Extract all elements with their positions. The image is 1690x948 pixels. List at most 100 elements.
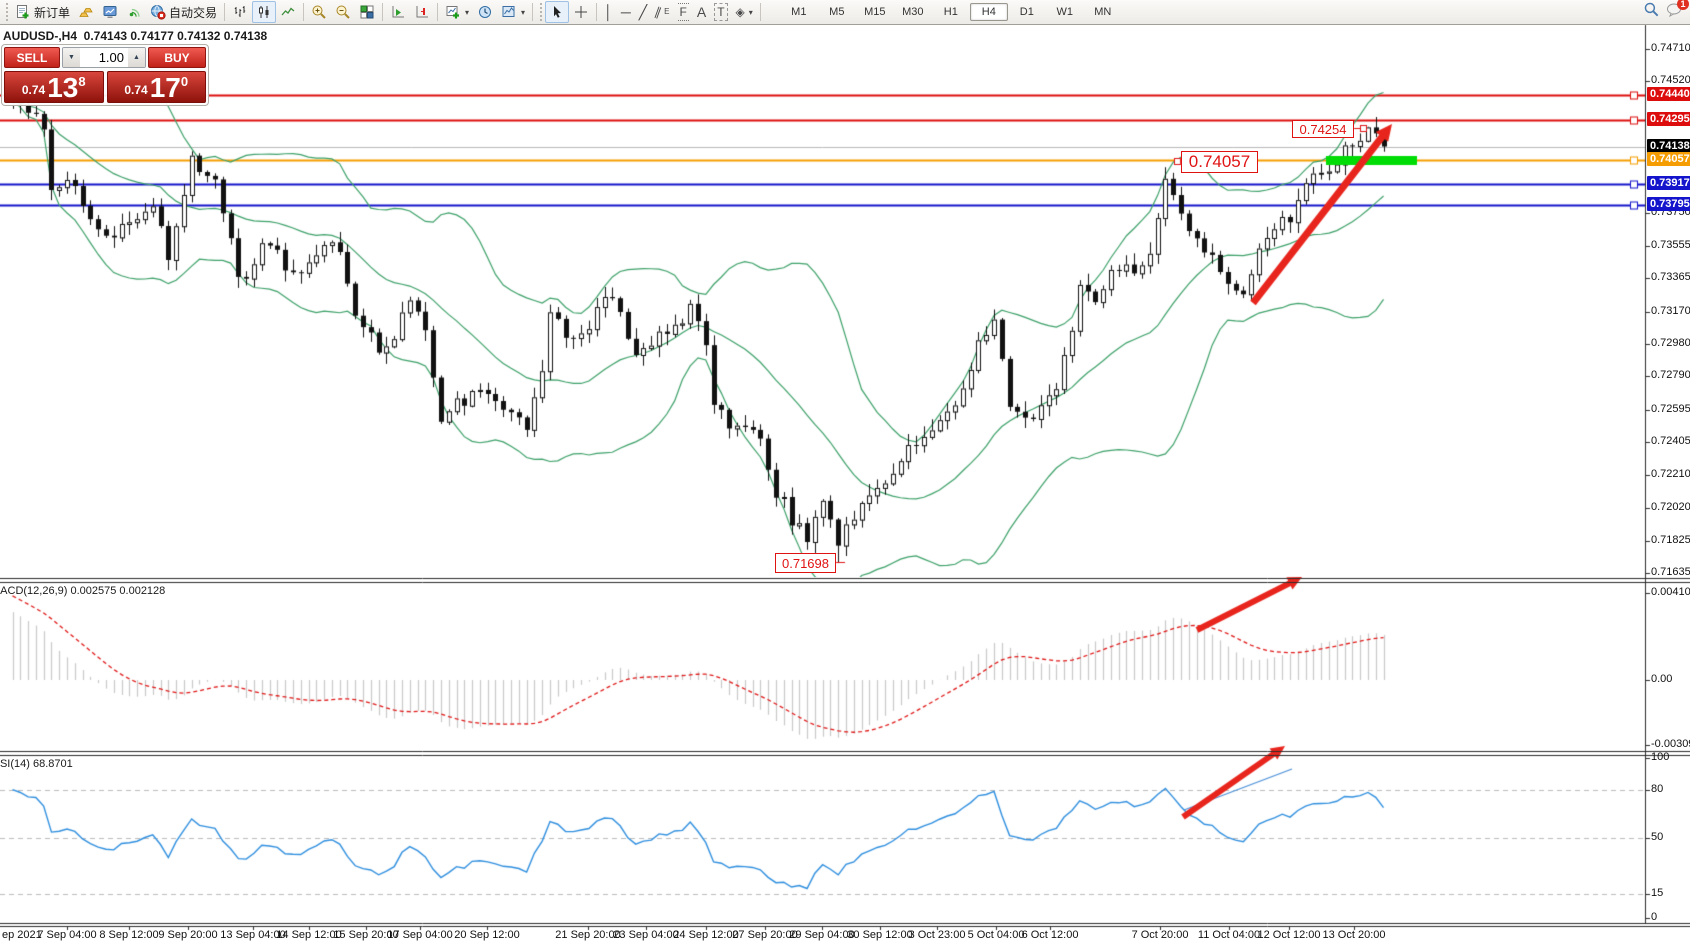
- signals-button[interactable]: [122, 1, 146, 23]
- arrows-icon: ◈: [736, 4, 745, 20]
- time-axis-label: 14 Sep 12:00: [276, 929, 341, 941]
- time-axis-label: 3 Oct 23:00: [909, 929, 966, 941]
- volume-input[interactable]: [80, 48, 128, 67]
- bar-chart-button[interactable]: [228, 1, 252, 23]
- tile-windows-icon: [359, 4, 375, 20]
- text-label-icon: T: [714, 3, 727, 21]
- timeframe-m1[interactable]: M1: [780, 3, 818, 21]
- price-tick-label: 0.72595: [1651, 403, 1690, 415]
- rsi-indicator-label: RSI(14) 68.8701: [0, 758, 73, 770]
- tile-windows-button[interactable]: [355, 1, 379, 23]
- vertical-line-icon: │: [604, 4, 613, 20]
- timeframe-m5[interactable]: M5: [818, 3, 856, 21]
- notifications-button[interactable]: 1: [1666, 2, 1684, 23]
- volume-stepper: ▼ ▲: [62, 47, 146, 68]
- channel-subscript: E: [664, 4, 669, 20]
- text-tool-button[interactable]: A: [693, 1, 710, 23]
- horizontal-line-icon: ─: [621, 4, 631, 20]
- auto-scroll-icon: [390, 4, 406, 20]
- volume-increase-button[interactable]: ▲: [128, 48, 145, 67]
- arrows-tool-button[interactable]: ◈ ▾: [732, 1, 757, 23]
- time-axis-label: 24 Sep 12:00: [673, 929, 738, 941]
- period-clock-button[interactable]: [473, 1, 497, 23]
- text-label-tool-button[interactable]: T: [710, 1, 731, 23]
- auto-scroll-button[interactable]: [386, 1, 410, 23]
- rsi-tick-label: 15: [1651, 887, 1663, 899]
- mt4-window: 新订单 自动交易: [0, 0, 1690, 948]
- trendline-tool-button[interactable]: ╱: [635, 1, 651, 23]
- bar-chart-icon: [232, 4, 248, 20]
- price-tick-label: 0.72210: [1651, 468, 1690, 480]
- cursor-tool-button[interactable]: [545, 1, 569, 23]
- price-callout[interactable]: 0.74254: [1292, 120, 1354, 138]
- price-level-label: 0.73917: [1647, 176, 1690, 190]
- chart-shift-button[interactable]: [410, 1, 434, 23]
- price-level-label: 0.74138: [1647, 139, 1690, 153]
- time-axis-label: 20 Sep 12:00: [454, 929, 519, 941]
- buy-price-sup: 0: [181, 74, 188, 89]
- auto-trading-button[interactable]: 自动交易: [146, 1, 221, 23]
- time-axis-label: 5 Oct 04:00: [968, 929, 1025, 941]
- market-watch-icon: [102, 4, 118, 20]
- buy-price[interactable]: 0.74 17 0: [107, 71, 207, 103]
- rsi-tick-label: 80: [1651, 783, 1663, 795]
- symbol-title: AUDUSD-,H4 0.74143 0.74177 0.74132 0.741…: [3, 29, 267, 43]
- chevron-down-icon: ▾: [749, 8, 753, 17]
- chevron-down-icon: ▾: [465, 8, 469, 17]
- rsi-tick-label: 0: [1651, 911, 1657, 923]
- sell-price-prefix: 0.74: [22, 83, 45, 97]
- chart-canvas[interactable]: [0, 0, 1690, 948]
- timeframe-m30[interactable]: M30: [894, 3, 932, 21]
- timeframe-d1[interactable]: D1: [1008, 3, 1046, 21]
- chevron-down-icon: ▾: [521, 8, 525, 17]
- clock-icon: [477, 4, 493, 20]
- gold-bars-button[interactable]: [74, 1, 98, 23]
- candlestick-chart-button[interactable]: [252, 1, 276, 23]
- price-level-label: 0.74440: [1647, 87, 1690, 101]
- timeframe-m15[interactable]: M15: [856, 3, 894, 21]
- sell-button[interactable]: SELL: [4, 47, 60, 68]
- timeframe-h1[interactable]: H1: [932, 3, 970, 21]
- price-tick-label: 0.73365: [1651, 271, 1690, 283]
- sell-price[interactable]: 0.74 13 8: [4, 71, 104, 103]
- auto-trading-label: 自动交易: [169, 4, 217, 21]
- volume-decrease-button[interactable]: ▼: [63, 48, 80, 67]
- time-axis-label: 6 Oct 12:00: [1022, 929, 1079, 941]
- horizontal-line-tool-button[interactable]: ─: [617, 1, 635, 23]
- crosshair-tool-button[interactable]: [569, 1, 593, 23]
- line-chart-button[interactable]: [276, 1, 300, 23]
- vertical-line-tool-button[interactable]: │: [600, 1, 617, 23]
- price-tick-label: 0.73170: [1651, 305, 1690, 317]
- zoom-in-button[interactable]: [307, 1, 331, 23]
- trendline-icon: ╱: [639, 4, 647, 20]
- time-axis-label: 17 Sep 04:00: [387, 929, 452, 941]
- market-watch-button[interactable]: [98, 1, 122, 23]
- zoom-out-button[interactable]: [331, 1, 355, 23]
- equidistant-channel-tool-button[interactable]: ∥E: [651, 1, 673, 23]
- crosshair-icon: [573, 4, 589, 20]
- price-callout[interactable]: 0.71698: [775, 553, 836, 573]
- sell-price-big: 13: [47, 74, 78, 101]
- price-tick-label: 0.74520: [1651, 74, 1690, 86]
- new-order-button[interactable]: 新订单: [11, 1, 74, 23]
- one-click-trading-panel: SELL ▼ ▲ BUY 0.74 13 8 0.74 17 0: [1, 44, 209, 106]
- templates-button[interactable]: ▾: [497, 1, 529, 23]
- price-tick-label: 0.72020: [1651, 501, 1690, 513]
- new-order-icon: [15, 4, 31, 20]
- candlestick-chart-icon: [256, 4, 272, 20]
- toolbar-separator: [303, 3, 304, 21]
- fibonacci-tool-button[interactable]: F: [674, 1, 693, 23]
- toolbar-separator: [532, 3, 533, 21]
- new-chart-button[interactable]: ▾: [441, 1, 473, 23]
- search-icon[interactable]: [1643, 1, 1660, 23]
- timeframe-mn[interactable]: MN: [1084, 3, 1122, 21]
- buy-button[interactable]: BUY: [148, 47, 206, 68]
- time-axis-label: 13 Oct 20:00: [1323, 929, 1386, 941]
- timeframe-w1[interactable]: W1: [1046, 3, 1084, 21]
- toolbar-separator: [760, 3, 761, 21]
- price-callout[interactable]: 0.74057: [1181, 151, 1258, 173]
- price-tick-label: 0.72790: [1651, 369, 1690, 381]
- timeframe-h4[interactable]: H4: [970, 3, 1008, 21]
- buy-price-big: 17: [150, 74, 181, 101]
- price-tick-label: 0.71635: [1651, 566, 1690, 578]
